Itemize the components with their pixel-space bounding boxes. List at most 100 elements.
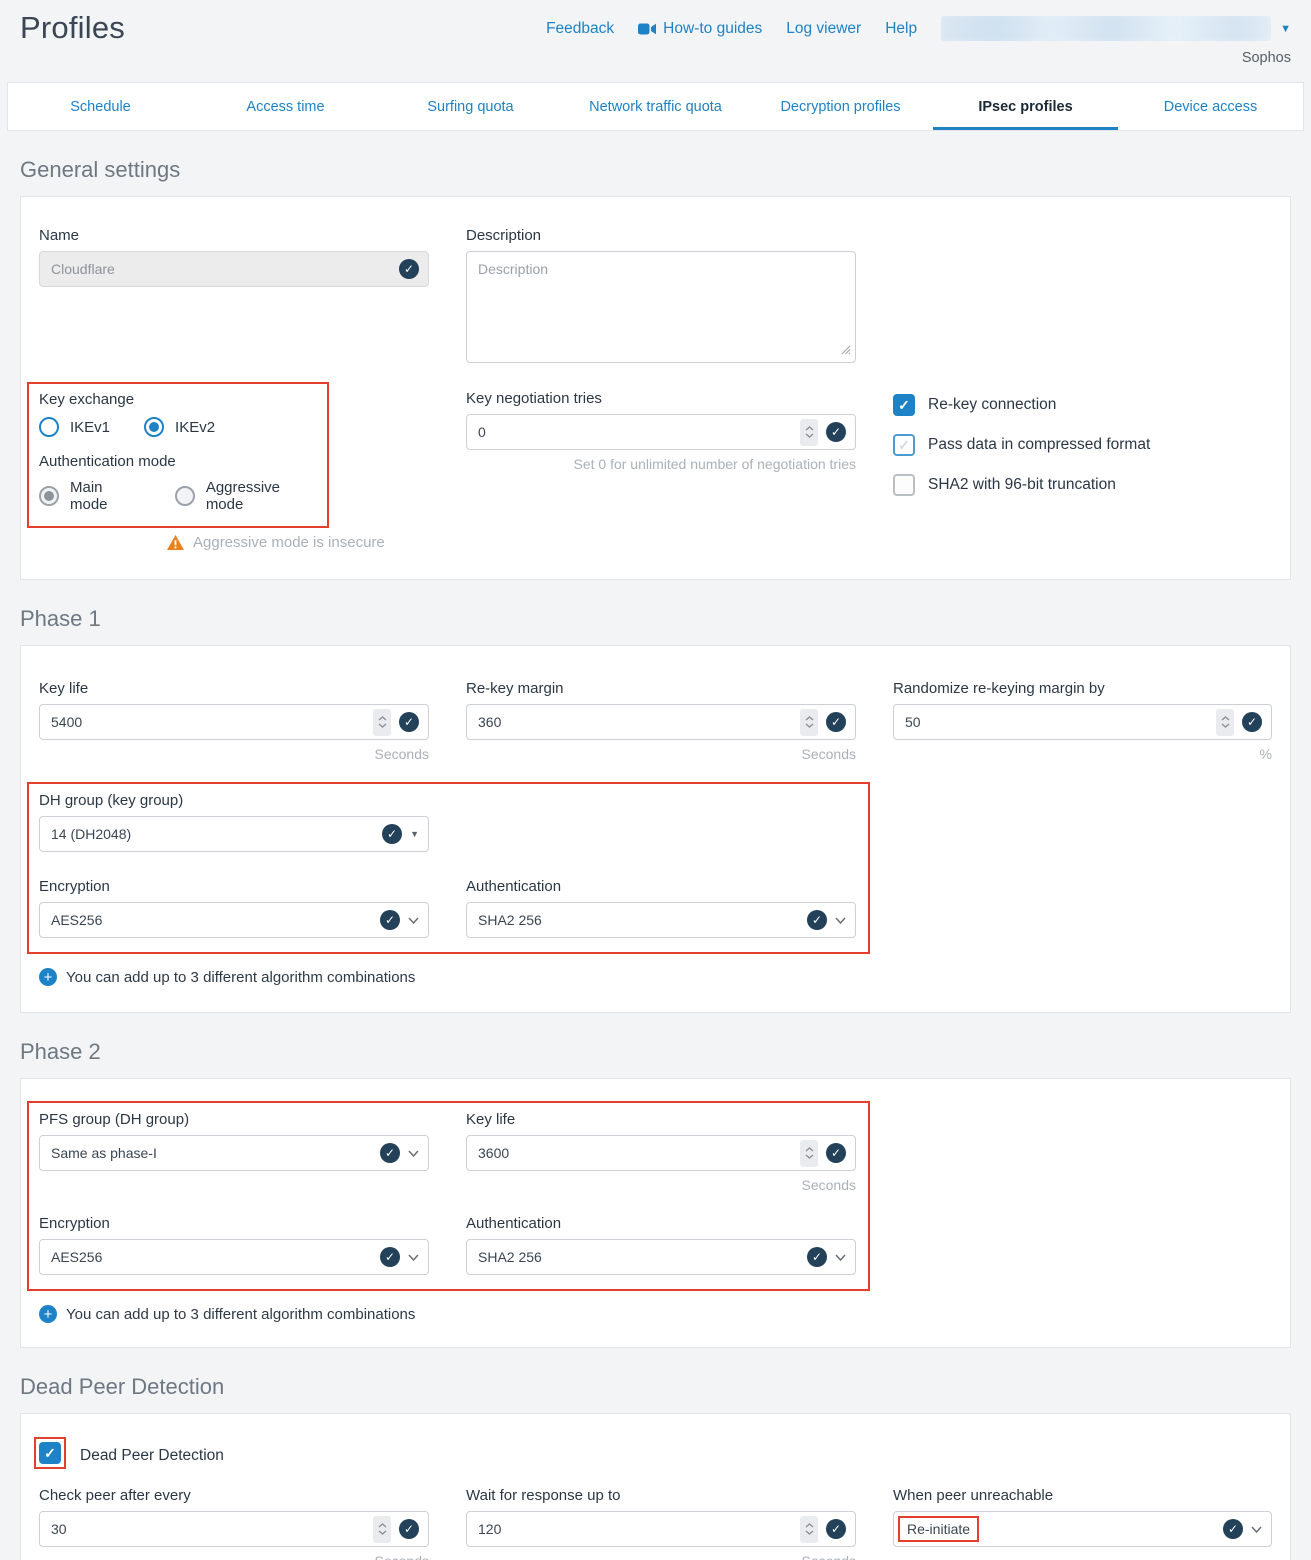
rekey-connection-label: Re-key connection: [928, 396, 1056, 414]
valid-check-icon: ✓: [826, 1143, 846, 1163]
number-stepper[interactable]: [373, 1516, 391, 1543]
p1-randomize-input[interactable]: 50 ✓: [893, 704, 1272, 740]
plus-icon: +: [39, 968, 57, 986]
p2-encryption-label: Encryption: [39, 1215, 429, 1232]
valid-check-icon: ✓: [380, 1247, 400, 1267]
feedback-link[interactable]: Feedback: [546, 20, 614, 38]
valid-check-icon: ✓: [399, 1519, 419, 1539]
p1-rekey-margin-field: Re-key margin 360 ✓ Seconds: [466, 680, 856, 762]
tab-schedule-label: Schedule: [70, 99, 130, 115]
ikev2-label: IKEv2: [175, 419, 215, 436]
log-viewer-link[interactable]: Log viewer: [786, 20, 861, 38]
ikev2-radio-control[interactable]: [144, 417, 164, 437]
p1-rekey-margin-input[interactable]: 360 ✓: [466, 704, 856, 740]
tab-schedule[interactable]: Schedule: [8, 83, 193, 130]
dpd-unreachable-select[interactable]: Re-initiate ✓: [893, 1511, 1272, 1547]
p1-authentication-select[interactable]: SHA2 256 ✓: [466, 902, 856, 938]
number-stepper[interactable]: [1216, 709, 1234, 736]
number-stepper[interactable]: [373, 709, 391, 736]
general-settings-card: Name Cloudflare ✓ Description: [20, 196, 1291, 580]
help-link[interactable]: Help: [885, 20, 917, 38]
tab-decryption-profiles[interactable]: Decryption profiles: [748, 83, 933, 130]
number-stepper[interactable]: [800, 709, 818, 736]
p1-dh-group-select[interactable]: 14 (DH2048) ✓ ▼: [39, 816, 429, 852]
dpd-wait-unit: Seconds: [466, 1553, 856, 1560]
rekey-connection-checkbox[interactable]: [893, 394, 915, 416]
p1-authentication-value: SHA2 256: [478, 912, 807, 928]
radio-main-mode: Main mode: [39, 479, 141, 513]
page-header: Profiles Feedback How-to guides Log view…: [0, 0, 1311, 66]
chevron-down-icon: ▼: [1280, 23, 1291, 35]
p2-authentication-value: SHA2 256: [478, 1249, 807, 1265]
key-negotiation-field: Key negotiation tries 0 ✓ Set 0 for unli…: [466, 390, 856, 551]
dpd-enable-label: Dead Peer Detection: [80, 1447, 224, 1465]
p1-add-combination-label: You can add up to 3 different algorithm …: [66, 969, 415, 986]
howto-guides-link[interactable]: How-to guides: [638, 20, 762, 38]
caret-down-icon: ▼: [410, 829, 419, 839]
p1-randomize-field: Randomize re-keying margin by 50 ✓ %: [893, 680, 1272, 762]
page-title: Profiles: [20, 10, 125, 46]
valid-check-icon: ✓: [807, 910, 827, 930]
description-input[interactable]: [466, 251, 856, 363]
number-stepper[interactable]: [800, 1516, 818, 1543]
p1-authentication-field: Authentication SHA2 256 ✓: [466, 878, 856, 938]
p1-encryption-field: Encryption AES256 ✓: [39, 878, 429, 938]
dpd-check-peer-label: Check peer after every: [39, 1487, 429, 1504]
radio-ikev2[interactable]: IKEv2: [144, 417, 215, 437]
annotation-box-phase1-algorithms: DH group (key group) 14 (DH2048) ✓ ▼: [27, 782, 870, 954]
compressed-format-checkbox[interactable]: [893, 434, 915, 456]
p2-encryption-field: Encryption AES256 ✓: [39, 1215, 429, 1275]
chevron-down-icon: [835, 1254, 846, 1261]
valid-check-icon: ✓: [1242, 712, 1262, 732]
p1-rekey-margin-value: 360: [478, 714, 800, 730]
p2-key-life-input[interactable]: 3600 ✓: [466, 1135, 856, 1171]
tab-surfing-quota[interactable]: Surfing quota: [378, 83, 563, 130]
p1-randomize-value: 50: [905, 714, 1216, 730]
auth-mode-label: Authentication mode: [39, 453, 317, 470]
tab-decryption-profiles-label: Decryption profiles: [780, 99, 900, 115]
dpd-wait-field: Wait for response up to 120 ✓ Seconds: [466, 1487, 856, 1560]
tab-device-access[interactable]: Device access: [1118, 83, 1303, 130]
p1-key-life-input[interactable]: 5400 ✓: [39, 704, 429, 740]
valid-check-icon: ✓: [399, 712, 419, 732]
key-exchange-group: Key exchange IKEv1 IKEv2 Authentication …: [39, 382, 429, 551]
name-field: Name Cloudflare ✓: [39, 227, 429, 368]
key-negotiation-input[interactable]: 0 ✓: [466, 414, 856, 450]
dpd-enable-checkbox[interactable]: [39, 1442, 61, 1464]
compressed-format-label: Pass data in compressed format: [928, 436, 1150, 454]
key-negotiation-label: Key negotiation tries: [466, 390, 856, 407]
p2-pfs-select[interactable]: Same as phase-I ✓: [39, 1135, 429, 1171]
valid-check-icon: ✓: [1223, 1519, 1243, 1539]
annotation-box-phase2-algorithms: PFS group (DH group) Same as phase-I ✓ K…: [27, 1101, 870, 1291]
chevron-down-icon: [408, 1254, 419, 1261]
video-camera-icon: [638, 23, 656, 35]
dpd-check-peer-input[interactable]: 30 ✓: [39, 1511, 429, 1547]
tab-access-time[interactable]: Access time: [193, 83, 378, 130]
warning-icon: [167, 535, 184, 550]
key-exchange-label: Key exchange: [39, 391, 317, 408]
dpd-wait-label: Wait for response up to: [466, 1487, 856, 1504]
radio-ikev1[interactable]: IKEv1: [39, 417, 110, 437]
p2-pfs-label: PFS group (DH group): [39, 1111, 429, 1128]
tab-bar: Schedule Access time Surfing quota Netwo…: [7, 82, 1304, 131]
dpd-wait-value: 120: [478, 1521, 800, 1537]
dpd-unreachable-label: When peer unreachable: [893, 1487, 1272, 1504]
p1-encryption-select[interactable]: AES256 ✓: [39, 902, 429, 938]
aggressive-warning-row: Aggressive mode is insecure: [167, 534, 429, 551]
p2-encryption-select[interactable]: AES256 ✓: [39, 1239, 429, 1275]
p2-authentication-select[interactable]: SHA2 256 ✓: [466, 1239, 856, 1275]
main-mode-label: Main mode: [70, 479, 141, 513]
tab-ipsec-profiles[interactable]: IPsec profiles: [933, 83, 1118, 130]
tab-network-traffic-quota[interactable]: Network traffic quota: [563, 83, 748, 130]
p2-authentication-field: Authentication SHA2 256 ✓: [466, 1215, 856, 1275]
chevron-down-icon: [408, 917, 419, 924]
number-stepper[interactable]: [800, 419, 818, 446]
ikev1-radio-control[interactable]: [39, 417, 59, 437]
dpd-unreachable-value: Re-initiate: [907, 1521, 970, 1537]
dpd-wait-input[interactable]: 120 ✓: [466, 1511, 856, 1547]
p2-pfs-field: PFS group (DH group) Same as phase-I ✓: [39, 1111, 429, 1193]
p1-add-combination-button[interactable]: + You can add up to 3 different algorith…: [21, 968, 1290, 986]
p2-add-combination-button[interactable]: + You can add up to 3 different algorith…: [21, 1305, 1290, 1323]
number-stepper[interactable]: [800, 1140, 818, 1167]
account-dropdown[interactable]: ▼: [941, 16, 1291, 41]
